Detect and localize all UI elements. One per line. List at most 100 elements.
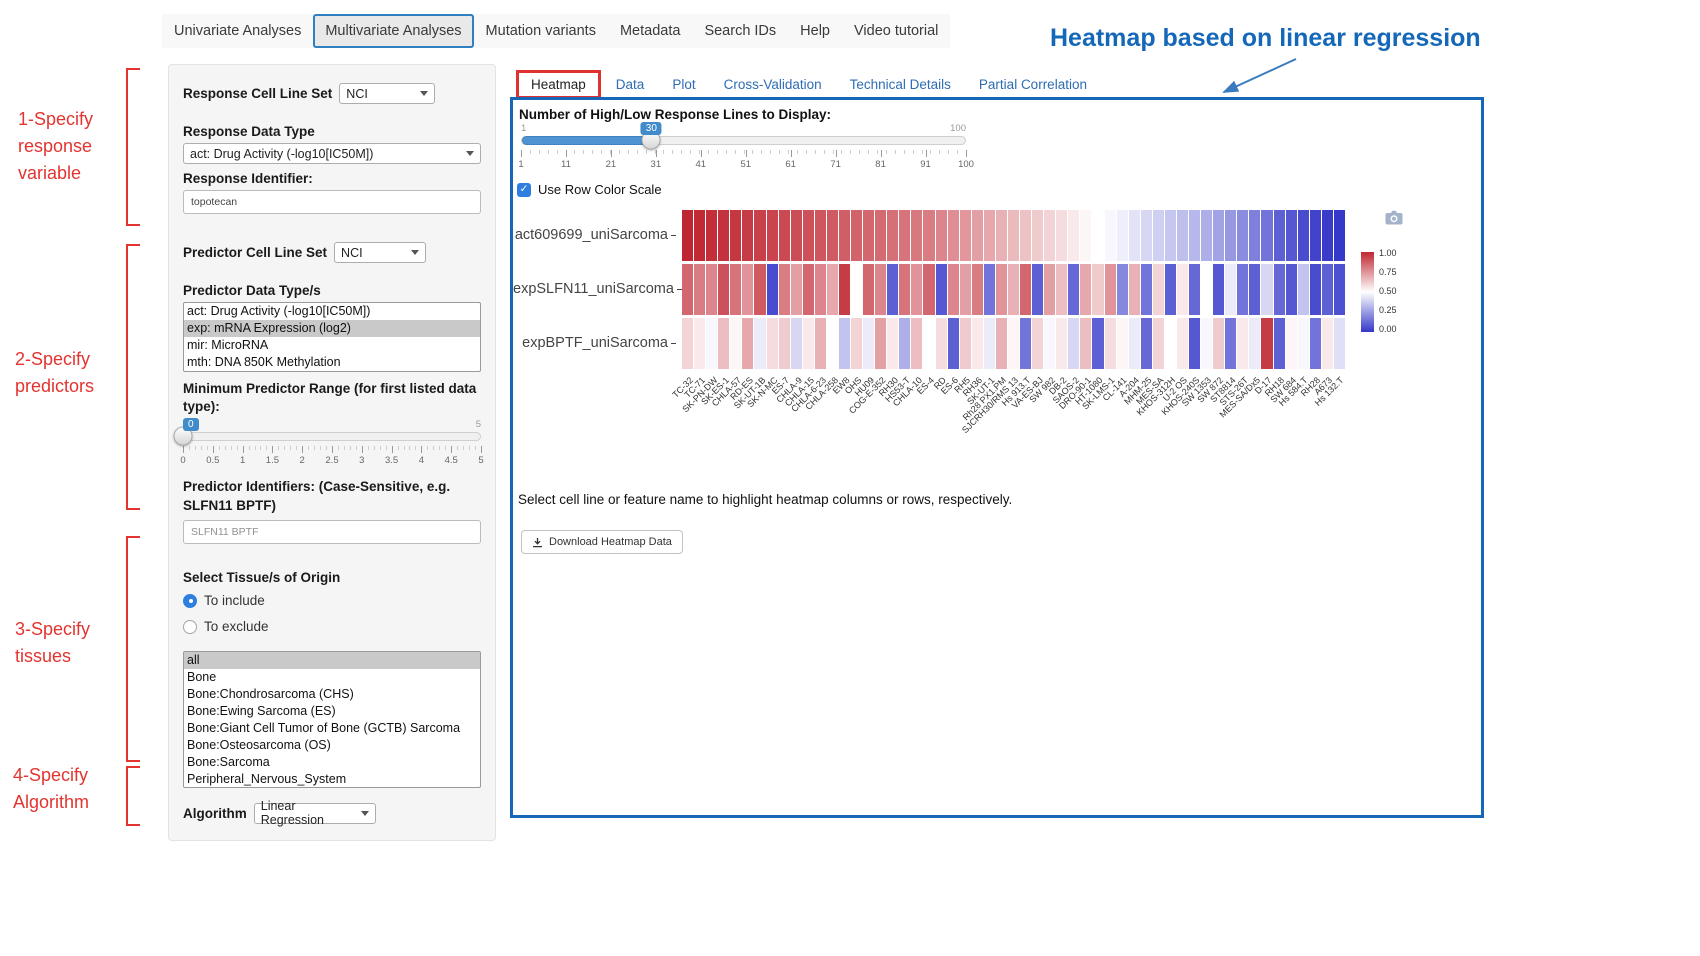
slider-tick — [806, 150, 807, 154]
slider-value-bubble: 30 — [641, 122, 662, 135]
slider-tick — [213, 446, 214, 453]
slider-tick — [833, 150, 834, 154]
camera-icon[interactable] — [1385, 210, 1403, 225]
slider-tick — [539, 150, 540, 154]
slider-tick — [601, 150, 602, 154]
slider-tick-label: 4 — [419, 455, 424, 466]
heatmap-cell — [1249, 318, 1260, 369]
nav-tab-metadata[interactable]: Metadata — [608, 14, 692, 48]
heatmap-cell — [730, 264, 741, 315]
slider-tick-label: 2.5 — [325, 455, 338, 466]
heatmap-cell — [1020, 264, 1031, 315]
list-option[interactable]: mth: DNA 850K Methylation — [184, 354, 480, 371]
slider-tick — [255, 446, 256, 450]
lines-slider[interactable]: 1100111213141516171819110030 — [521, 122, 966, 178]
heatmap-cell — [948, 318, 959, 369]
nav-tab-search-ids[interactable]: Search IDs — [692, 14, 788, 48]
slider-tick — [386, 446, 387, 450]
heatmap-cell — [754, 318, 765, 369]
heatmap-cell — [984, 210, 995, 261]
nav-tab-univariate-analyses[interactable]: Univariate Analyses — [162, 14, 313, 48]
list-option[interactable]: exp: mRNA Expression (log2) — [184, 320, 480, 337]
slider-track[interactable] — [183, 432, 481, 441]
colorbar-tick-label: 0.75 — [1379, 267, 1397, 277]
nav-tab-mutation-variants[interactable]: Mutation variants — [474, 14, 608, 48]
list-option[interactable]: Peripheral_Nervous_System — [184, 771, 480, 788]
heatmap-cell — [1225, 210, 1236, 261]
list-option[interactable]: Bone:Chondrosarcoma (CHS) — [184, 686, 480, 703]
heatmap-cell — [863, 210, 874, 261]
slider-tick — [338, 446, 339, 450]
list-option[interactable]: Bone:Osteosarcoma (OS) — [184, 737, 480, 754]
heatmap-row-label[interactable]: expSLFN11_uniSarcoma — [513, 281, 676, 297]
heatmap-row-label[interactable]: expBPTF_uniSarcoma — [513, 335, 676, 351]
list-option[interactable]: mir: MicroRNA — [184, 337, 480, 354]
list-option[interactable]: all — [184, 652, 480, 669]
tab-data[interactable]: Data — [603, 71, 658, 98]
slider-tick-label: 3.5 — [385, 455, 398, 466]
slider-tick — [824, 150, 825, 154]
row-color-scale-checkbox[interactable]: ✓ Use Row Color Scale — [517, 182, 662, 197]
slider-tick — [231, 446, 232, 450]
predictor-data-types-listbox[interactable]: act: Drug Activity (-log10[IC50M])exp: m… — [183, 302, 481, 372]
slider-tick — [779, 150, 780, 154]
nav-tab-video-tutorial[interactable]: Video tutorial — [842, 14, 950, 48]
heatmap-cell — [779, 264, 790, 315]
predictor-identifiers-input[interactable] — [183, 520, 481, 544]
heatmap-cell — [1189, 318, 1200, 369]
slider-tick — [308, 446, 309, 450]
heatmap-cell — [1249, 210, 1260, 261]
tab-cross-validation[interactable]: Cross-Validation — [711, 71, 835, 98]
slider-tick — [445, 446, 446, 450]
list-option[interactable]: Bone:Ewing Sarcoma (ES) — [184, 703, 480, 720]
nav-tab-multivariate-analyses[interactable]: Multivariate Analyses — [313, 14, 473, 48]
list-option[interactable]: Bone:Sarcoma — [184, 754, 480, 771]
slider-tick-label: 91 — [920, 159, 931, 170]
tissue-exclude-radio[interactable]: To exclude — [183, 617, 481, 637]
response-identifier-input[interactable] — [183, 190, 481, 214]
heatmap-cell — [791, 318, 802, 369]
heatmap-cell — [1105, 264, 1116, 315]
slider-tick — [797, 150, 798, 154]
colorbar-tick-label: 0.50 — [1379, 286, 1397, 296]
heatmap-cell — [682, 264, 693, 315]
slider-tick — [469, 446, 470, 450]
min-predictor-range-slider[interactable]: 500.511.522.533.544.550 — [183, 418, 481, 470]
list-option[interactable]: act: Drug Activity (-log10[IC50M]) — [184, 303, 480, 320]
response-cell-line-set-select[interactable]: NCI — [339, 83, 435, 104]
slider-tick — [881, 150, 882, 157]
tab-plot[interactable]: Plot — [659, 71, 708, 98]
slider-tick — [398, 446, 399, 450]
heatmap-cell — [960, 264, 971, 315]
tab-heatmap[interactable]: Heatmap — [516, 70, 601, 99]
predictor-cell-line-set-select[interactable]: NCI — [334, 242, 426, 263]
tab-technical-details[interactable]: Technical Details — [837, 71, 964, 98]
list-option[interactable]: Bone:Giant Cell Tumor of Bone (GCTB) Sar… — [184, 720, 480, 737]
response-data-type-select[interactable]: act: Drug Activity (-log10[IC50M]) — [183, 143, 481, 164]
colorbar-tick-label: 0.25 — [1379, 305, 1397, 315]
heatmap-cell — [803, 210, 814, 261]
slider-tick — [836, 150, 837, 157]
heatmap-cell — [911, 318, 922, 369]
tab-partial-correlation[interactable]: Partial Correlation — [966, 71, 1100, 98]
slider-tick — [735, 150, 736, 154]
list-option[interactable]: Bone — [184, 669, 480, 686]
tissue-include-radio[interactable]: To include — [183, 591, 481, 611]
chevron-down-icon — [361, 811, 369, 816]
heatmap-cell — [1129, 210, 1140, 261]
heatmap-cell — [1165, 264, 1176, 315]
heatmap-cell — [923, 210, 934, 261]
nav-tab-help[interactable]: Help — [788, 14, 842, 48]
slider-tick — [326, 446, 327, 450]
slider-tick — [726, 150, 727, 154]
heatmap-cell — [1068, 264, 1079, 315]
heatmap-cell — [1237, 210, 1248, 261]
heatmap-row-label[interactable]: act609699_uniSarcoma — [513, 227, 676, 243]
response-cell-line-set-value: NCI — [346, 87, 368, 101]
download-heatmap-data-button[interactable]: Download Heatmap Data — [521, 530, 683, 554]
tissues-listbox[interactable]: allBoneBone:Chondrosarcoma (CHS)Bone:Ewi… — [183, 651, 481, 788]
algorithm-select[interactable]: Linear Regression — [254, 803, 376, 824]
heatmap-cell — [1177, 318, 1188, 369]
slider-tick — [219, 446, 220, 450]
heatmap-cell — [996, 318, 1007, 369]
